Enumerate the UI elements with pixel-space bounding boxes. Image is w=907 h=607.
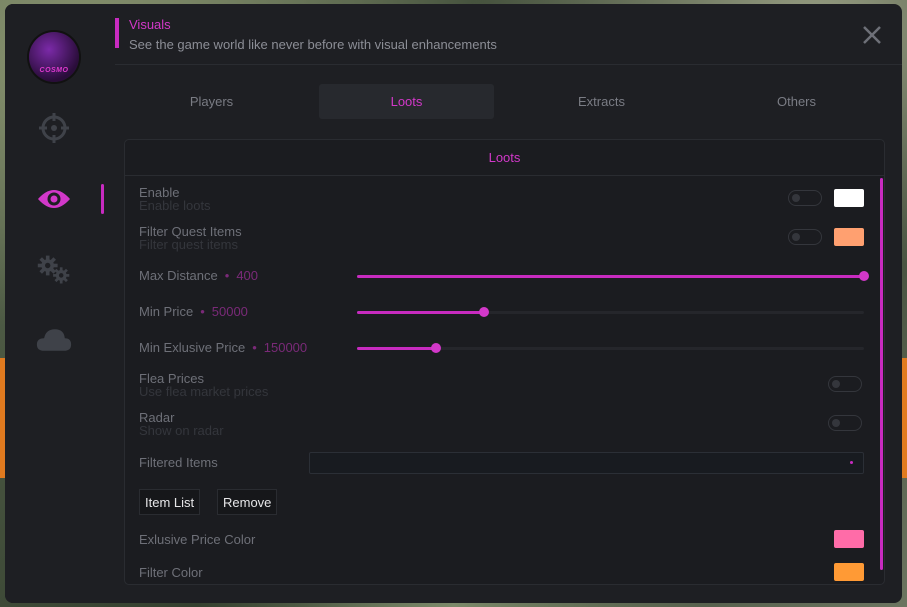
min-price-value: 50000 [211, 304, 248, 319]
header-accent-bar [115, 18, 119, 48]
min-price-knob[interactable] [478, 307, 489, 317]
min-exclusive-price-label: Min Exlusive Price • 150000 [139, 340, 308, 355]
sidebar-item-settings[interactable] [36, 252, 72, 288]
close-icon [863, 26, 881, 44]
exclusive-price-color-label: Exlusive Price Color [139, 532, 256, 547]
tab-extracts[interactable]: Extracts [514, 84, 689, 119]
max-distance-knob[interactable] [859, 271, 869, 281]
active-nav-indicator [101, 184, 104, 214]
remove-button[interactable]: Remove [217, 489, 278, 515]
sidebar-item-cloud[interactable] [36, 322, 72, 358]
tab-others[interactable]: Others [709, 84, 884, 119]
min-exclusive-price-fill [357, 347, 436, 350]
close-button[interactable] [861, 24, 883, 46]
tab-players[interactable]: Players [124, 84, 299, 119]
tab-bar: Players Loots Extracts Others [124, 84, 890, 119]
cosmo-logo: COSMO [29, 32, 79, 82]
sidebar: COSMO [5, 4, 110, 603]
sidebar-item-visuals[interactable] [36, 181, 72, 217]
page-subtitle: See the game world like never before wit… [129, 37, 497, 52]
filter-quest-color-swatch[interactable] [834, 228, 864, 246]
exclusive-price-color-swatch[interactable] [834, 530, 864, 548]
min-exclusive-price-slider[interactable] [357, 343, 864, 353]
gears-icon [37, 255, 70, 284]
min-price-slider[interactable] [357, 307, 864, 317]
header-divider [115, 64, 902, 65]
max-distance-label: Max Distance • 400 [139, 268, 259, 283]
filter-color-swatch[interactable] [834, 563, 864, 581]
cloud-icon [36, 329, 72, 351]
min-exclusive-price-knob[interactable] [430, 343, 441, 353]
loots-panel: Loots Enable Enable loots Filter Quest I… [124, 139, 885, 585]
panel-title: Loots [125, 140, 884, 176]
flea-prices-desc: Use flea market prices [139, 384, 269, 399]
eye-icon [38, 190, 70, 208]
scrollbar[interactable] [880, 178, 883, 570]
filtered-items-label: Filtered Items [139, 455, 218, 470]
max-distance-fill [357, 275, 864, 278]
filter-color-label: Filter Color [139, 565, 203, 580]
tab-loots[interactable]: Loots [319, 84, 494, 119]
max-distance-slider[interactable] [357, 271, 869, 281]
logo-text: COSMO [39, 67, 69, 74]
radar-toggle[interactable] [828, 415, 862, 431]
flea-prices-toggle[interactable] [828, 376, 862, 392]
menu-window: COSMO Visuals See the game world like ne… [5, 4, 902, 603]
page-title: Visuals [129, 17, 171, 32]
enable-desc: Enable loots [139, 198, 211, 213]
filtered-items-select[interactable] [309, 452, 864, 474]
min-exclusive-price-value: 150000 [263, 340, 308, 355]
enable-color-swatch[interactable] [834, 189, 864, 207]
min-price-fill [357, 311, 484, 314]
enable-toggle[interactable] [788, 190, 822, 206]
sidebar-item-aimbot[interactable] [36, 110, 72, 146]
dropdown-indicator-icon [850, 461, 853, 464]
filter-quest-desc: Filter quest items [139, 237, 238, 252]
radar-desc: Show on radar [139, 423, 224, 438]
crosshair-icon [39, 113, 69, 143]
filter-quest-toggle[interactable] [788, 229, 822, 245]
max-distance-value: 400 [236, 268, 259, 283]
item-list-button[interactable]: Item List [139, 489, 201, 515]
min-price-label: Min Price • 50000 [139, 304, 248, 319]
